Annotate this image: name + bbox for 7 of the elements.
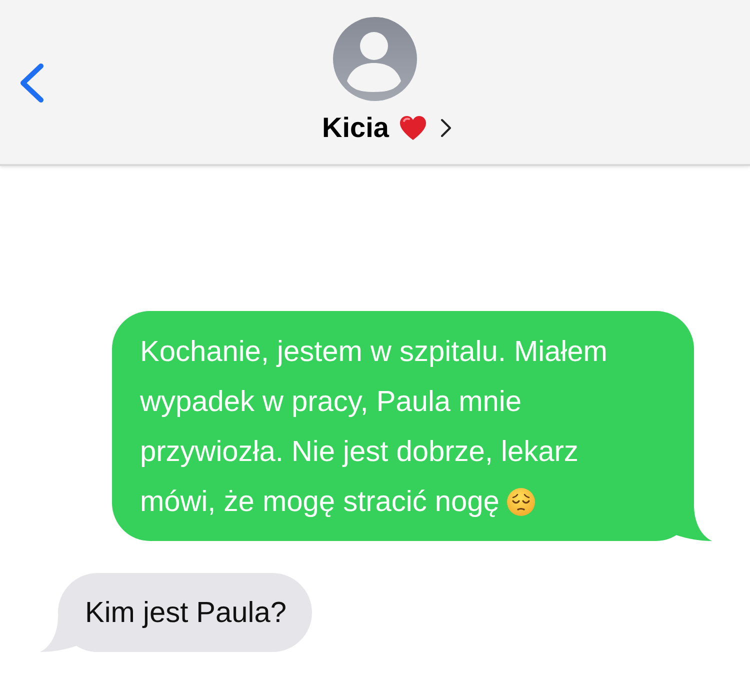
contact-name[interactable]: Kicia	[322, 113, 389, 143]
chevron-icon[interactable]	[440, 118, 452, 138]
avatar-icon[interactable]	[333, 17, 417, 101]
back-icon[interactable]	[19, 63, 45, 103]
heart-icon	[398, 115, 427, 141]
message-text: Kim jest Paula?	[85, 597, 286, 629]
message-text: Kochanie, jestem w szpitalu. Miałem wypadek w pracy, Paula mnie przywiozła. Nie jest dobrze, lekarz mówi, że mogę stracić nogę	[140, 336, 608, 518]
